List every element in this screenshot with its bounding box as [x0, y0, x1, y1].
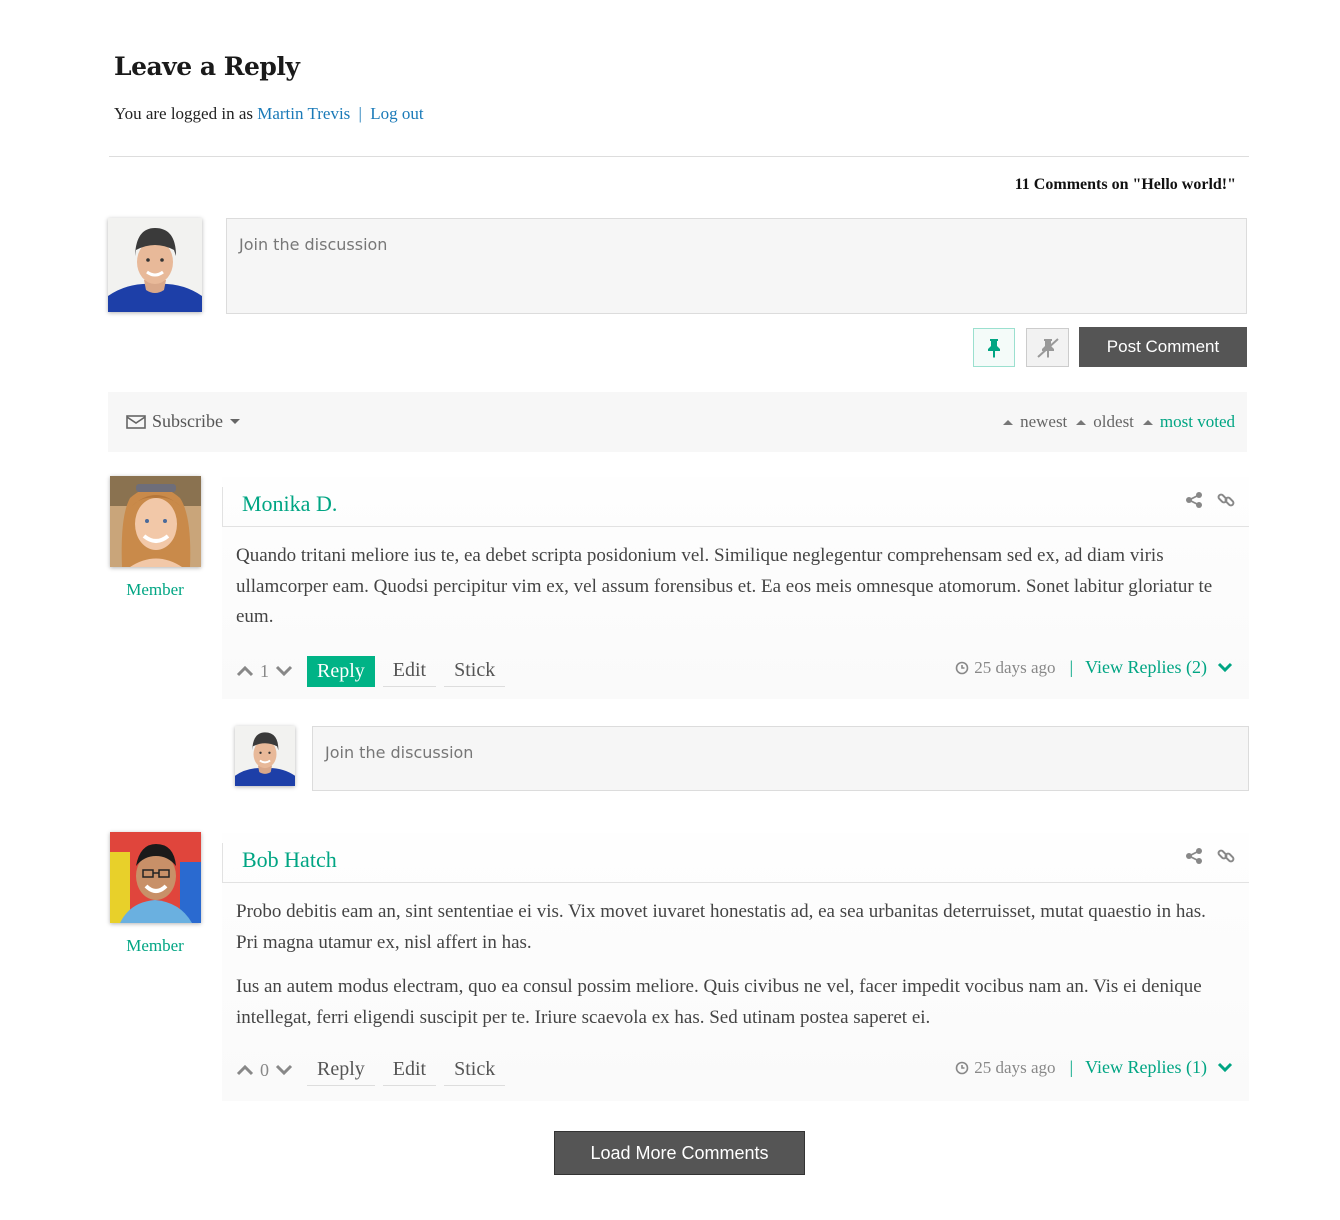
link-icon[interactable]	[1217, 847, 1235, 865]
share-icon[interactable]	[1185, 491, 1203, 509]
comment-header: Bob Hatch	[222, 833, 1249, 883]
divider	[109, 156, 1249, 157]
comment-paragraph: Probo debitis eam an, sint sententiae ei…	[236, 901, 1206, 953]
view-replies-link[interactable]: View Replies (2)	[1085, 657, 1233, 678]
role-label: Member	[126, 936, 184, 955]
comment-header: Monika D.	[222, 477, 1249, 527]
view-replies-label: View Replies (1)	[1085, 1057, 1207, 1077]
vote-controls: 0	[236, 1060, 293, 1081]
muted-pin-icon	[1036, 337, 1059, 358]
meta-separator: |	[1069, 657, 1074, 677]
sort-oldest[interactable]: oldest	[1075, 412, 1134, 432]
vote-controls: 1	[236, 661, 293, 682]
caret-down-icon	[230, 418, 240, 424]
caret-up-icon	[1003, 420, 1014, 425]
separator: |	[358, 104, 362, 123]
sort-most-voted-label: most voted	[1159, 412, 1235, 431]
stick-button[interactable]: Stick	[444, 1054, 506, 1086]
user-name-link[interactable]: Martin Trevis	[257, 104, 350, 123]
post-comment-button[interactable]: Post Comment	[1079, 327, 1247, 367]
comment-meta: 25 days ago | View Replies (2)	[955, 657, 1233, 678]
header-divider	[222, 843, 223, 883]
comment-author[interactable]: Bob Hatch	[242, 847, 337, 873]
discussion-input[interactable]: Join the discussion	[226, 218, 1247, 314]
comment-paragraph: Quando tritani meliore ius te, ea debet …	[236, 545, 1213, 627]
clock-icon	[955, 1061, 969, 1074]
comment-body: Quando tritani meliore ius te, ea debet …	[236, 541, 1231, 647]
edit-button[interactable]: Edit	[382, 655, 437, 687]
reply-avatar	[235, 726, 295, 786]
caret-up-icon	[1076, 420, 1087, 425]
chevron-down-icon	[1217, 1062, 1233, 1073]
comment-actions: 0 Reply Edit Stick	[236, 1054, 513, 1086]
upvote-icon[interactable]	[236, 1064, 254, 1076]
reply-input[interactable]: Join the discussion	[312, 726, 1249, 791]
caret-up-icon	[1142, 420, 1153, 425]
upvote-icon[interactable]	[236, 665, 254, 677]
sort-options: newest oldest most voted	[994, 412, 1235, 432]
monika-avatar	[110, 476, 201, 567]
subscribe-label: Subscribe	[152, 411, 223, 431]
header-divider	[222, 487, 223, 527]
comment-body: Probo debitis eam an, sint sententiae ei…	[236, 897, 1231, 1047]
load-more-button[interactable]: Load More Comments	[554, 1131, 805, 1175]
role-underline	[110, 959, 200, 965]
sort-most-voted[interactable]: most voted	[1142, 412, 1235, 432]
role-underline	[110, 603, 200, 609]
logout-link[interactable]: Log out	[370, 104, 423, 123]
comment-item: Bob Hatch Probo debitis eam an, sint sen…	[222, 833, 1249, 1101]
view-replies-link[interactable]: View Replies (1)	[1085, 1057, 1233, 1078]
comment-time: 25 days ago	[955, 1057, 1056, 1078]
time-text: 25 days ago	[974, 657, 1056, 677]
sort-newest-label: newest	[1020, 412, 1068, 431]
view-replies-label: View Replies (2)	[1085, 657, 1207, 677]
chevron-down-icon	[1217, 662, 1233, 673]
reply-title: Leave a Reply	[114, 52, 300, 81]
reply-button[interactable]: Reply	[307, 655, 375, 687]
meta-separator: |	[1069, 1057, 1074, 1077]
comment-actions: 1 Reply Edit Stick	[236, 655, 513, 687]
comment-paragraph: Ius an autem modus electram, quo ea cons…	[236, 976, 1202, 1028]
subscribe-dropdown[interactable]: Subscribe	[126, 411, 241, 432]
role-label: Member	[126, 580, 184, 599]
comments-toolbar: Subscribe newest oldest most voted	[108, 392, 1247, 452]
close-comment-button[interactable]	[1026, 328, 1069, 367]
share-icon[interactable]	[1185, 847, 1203, 865]
logged-in-line: You are logged in as Martin Trevis | Log…	[114, 104, 424, 124]
sort-oldest-label: oldest	[1093, 412, 1134, 431]
vote-count: 0	[260, 1059, 269, 1080]
sticky-pin-button[interactable]	[973, 328, 1015, 367]
reply-button[interactable]: Reply	[307, 1054, 375, 1086]
bob-avatar	[110, 832, 201, 923]
stick-button[interactable]: Stick	[444, 655, 506, 687]
time-text: 25 days ago	[974, 1057, 1056, 1077]
sort-newest[interactable]: newest	[1002, 412, 1067, 432]
edit-button[interactable]: Edit	[382, 1054, 437, 1086]
pin-icon	[988, 338, 1000, 358]
vote-count: 1	[260, 660, 269, 681]
comment-author[interactable]: Monika D.	[242, 491, 337, 517]
comment-meta: 25 days ago | View Replies (1)	[955, 1057, 1233, 1078]
comment-item: Monika D. Quando tritani meliore ius te,…	[222, 477, 1249, 699]
comments-count: 11 Comments on "Hello world!"	[1014, 176, 1236, 193]
link-icon[interactable]	[1217, 491, 1235, 509]
downvote-icon[interactable]	[275, 1064, 293, 1076]
envelope-icon	[126, 414, 146, 429]
logged-in-prefix: You are logged in as	[114, 104, 253, 123]
current-user-avatar	[108, 218, 202, 312]
downvote-icon[interactable]	[275, 665, 293, 677]
comment-time: 25 days ago	[955, 657, 1056, 678]
clock-icon	[955, 661, 969, 674]
